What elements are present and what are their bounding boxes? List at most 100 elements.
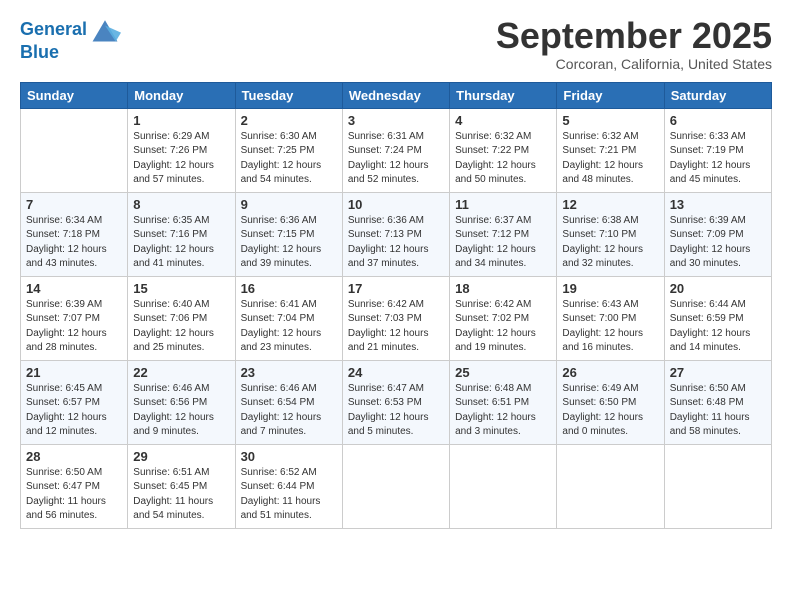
calendar-cell: 19 Sunrise: 6:43 AM Sunset: 7:00 PM Dayli… xyxy=(557,276,664,360)
calendar-cell: 21 Sunrise: 6:45 AM Sunset: 6:57 PM Dayli… xyxy=(21,360,128,444)
day-info: Sunrise: 6:42 AM Sunset: 7:02 PM Dayligh… xyxy=(455,298,551,356)
logo-icon xyxy=(89,16,121,44)
calendar-cell: 20 Sunrise: 6:44 AM Sunset: 6:59 PM Dayli… xyxy=(664,276,771,360)
day-info: Sunrise: 6:37 AM Sunset: 7:12 PM Dayligh… xyxy=(455,214,551,272)
day-number: 1 xyxy=(133,113,229,128)
calendar-cell: 17 Sunrise: 6:42 AM Sunset: 7:03 PM Dayli… xyxy=(342,276,449,360)
day-info: Sunrise: 6:38 AM Sunset: 7:10 PM Dayligh… xyxy=(562,214,658,272)
calendar-cell: 26Sunrise: 6:49 AM Sunset: 6:50 PM Dayli… xyxy=(557,360,664,444)
calendar-cell: 6Sunrise: 6:33 AM Sunset: 7:19 PM Daylig… xyxy=(664,108,771,192)
calendar-cell: 9Sunrise: 6:36 AM Sunset: 7:15 PM Daylig… xyxy=(235,192,342,276)
calendar-cell: 27Sunrise: 6:50 AM Sunset: 6:48 PM Dayli… xyxy=(664,360,771,444)
location: Corcoran, California, United States xyxy=(496,56,772,72)
day-number: 23 xyxy=(241,365,337,380)
calendar-cell: 11 Sunrise: 6:37 AM Sunset: 7:12 PM Dayli… xyxy=(450,192,557,276)
weekday-saturday: Saturday xyxy=(664,82,771,108)
logo-blue: Blue xyxy=(20,42,121,63)
calendar-cell: 18 Sunrise: 6:42 AM Sunset: 7:02 PM Dayli… xyxy=(450,276,557,360)
day-info: Sunrise: 6:43 AM Sunset: 7:00 PM Dayligh… xyxy=(562,298,658,356)
day-number: 21 xyxy=(26,365,122,380)
calendar-cell: 24 Sunrise: 6:47 AM Sunset: 6:53 PM Dayli… xyxy=(342,360,449,444)
weekday-sunday: Sunday xyxy=(21,82,128,108)
calendar-cell: 16Sunrise: 6:41 AM Sunset: 7:04 PM Dayli… xyxy=(235,276,342,360)
day-info: Sunrise: 6:32 AM Sunset: 7:22 PM Dayligh… xyxy=(455,130,551,188)
day-number: 27 xyxy=(670,365,766,380)
day-info: Sunrise: 6:45 AM Sunset: 6:57 PM Dayligh… xyxy=(26,382,122,440)
day-info: Sunrise: 6:50 AM Sunset: 6:47 PM Dayligh… xyxy=(26,466,122,524)
day-number: 14 xyxy=(26,281,122,296)
day-number: 13 xyxy=(670,197,766,212)
weekday-monday: Monday xyxy=(128,82,235,108)
weekday-wednesday: Wednesday xyxy=(342,82,449,108)
day-info: Sunrise: 6:36 AM Sunset: 7:13 PM Dayligh… xyxy=(348,214,444,272)
day-number: 28 xyxy=(26,449,122,464)
day-info: Sunrise: 6:31 AM Sunset: 7:24 PM Dayligh… xyxy=(348,130,444,188)
day-info: Sunrise: 6:39 AM Sunset: 7:09 PM Dayligh… xyxy=(670,214,766,272)
calendar-cell: 5Sunrise: 6:32 AM Sunset: 7:21 PM Daylig… xyxy=(557,108,664,192)
day-info: Sunrise: 6:39 AM Sunset: 7:07 PM Dayligh… xyxy=(26,298,122,356)
day-info: Sunrise: 6:33 AM Sunset: 7:19 PM Dayligh… xyxy=(670,130,766,188)
day-info: Sunrise: 6:42 AM Sunset: 7:03 PM Dayligh… xyxy=(348,298,444,356)
calendar-cell: 3 Sunrise: 6:31 AM Sunset: 7:24 PM Daylig… xyxy=(342,108,449,192)
logo-text: General xyxy=(20,19,87,41)
day-number: 16 xyxy=(241,281,337,296)
calendar-cell: 2 Sunrise: 6:30 AM Sunset: 7:25 PM Daylig… xyxy=(235,108,342,192)
weekday-tuesday: Tuesday xyxy=(235,82,342,108)
month-title: September 2025 xyxy=(496,16,772,56)
day-number: 30 xyxy=(241,449,337,464)
day-number: 24 xyxy=(348,365,444,380)
day-info: Sunrise: 6:44 AM Sunset: 6:59 PM Dayligh… xyxy=(670,298,766,356)
day-number: 4 xyxy=(455,113,551,128)
day-number: 2 xyxy=(241,113,337,128)
page: General Blue September 2025 Corcoran, Ca… xyxy=(0,0,792,612)
day-number: 20 xyxy=(670,281,766,296)
calendar-cell xyxy=(557,444,664,528)
calendar: SundayMondayTuesdayWednesdayThursdayFrid… xyxy=(20,82,772,529)
day-number: 22 xyxy=(133,365,229,380)
day-number: 29 xyxy=(133,449,229,464)
calendar-cell xyxy=(21,108,128,192)
weekday-header-row: SundayMondayTuesdayWednesdayThursdayFrid… xyxy=(21,82,772,108)
calendar-cell: 15Sunrise: 6:40 AM Sunset: 7:06 PM Dayli… xyxy=(128,276,235,360)
day-info: Sunrise: 6:46 AM Sunset: 6:54 PM Dayligh… xyxy=(241,382,337,440)
weekday-thursday: Thursday xyxy=(450,82,557,108)
day-info: Sunrise: 6:30 AM Sunset: 7:25 PM Dayligh… xyxy=(241,130,337,188)
day-info: Sunrise: 6:35 AM Sunset: 7:16 PM Dayligh… xyxy=(133,214,229,272)
day-info: Sunrise: 6:36 AM Sunset: 7:15 PM Dayligh… xyxy=(241,214,337,272)
calendar-cell: 14 Sunrise: 6:39 AM Sunset: 7:07 PM Dayli… xyxy=(21,276,128,360)
calendar-cell: 13 Sunrise: 6:39 AM Sunset: 7:09 PM Dayli… xyxy=(664,192,771,276)
calendar-cell: 12 Sunrise: 6:38 AM Sunset: 7:10 PM Dayli… xyxy=(557,192,664,276)
day-number: 10 xyxy=(348,197,444,212)
day-info: Sunrise: 6:34 AM Sunset: 7:18 PM Dayligh… xyxy=(26,214,122,272)
day-number: 3 xyxy=(348,113,444,128)
day-number: 5 xyxy=(562,113,658,128)
calendar-week-3: 21 Sunrise: 6:45 AM Sunset: 6:57 PM Dayli… xyxy=(21,360,772,444)
day-number: 25 xyxy=(455,365,551,380)
calendar-week-0: 1 Sunrise: 6:29 AM Sunset: 7:26 PM Daylig… xyxy=(21,108,772,192)
day-info: Sunrise: 6:47 AM Sunset: 6:53 PM Dayligh… xyxy=(348,382,444,440)
day-number: 19 xyxy=(562,281,658,296)
calendar-cell xyxy=(664,444,771,528)
day-number: 7 xyxy=(26,197,122,212)
title-block: September 2025 Corcoran, California, Uni… xyxy=(496,16,772,72)
day-number: 11 xyxy=(455,197,551,212)
calendar-cell: 22 Sunrise: 6:46 AM Sunset: 6:56 PM Dayli… xyxy=(128,360,235,444)
calendar-cell: 28 Sunrise: 6:50 AM Sunset: 6:47 PM Dayli… xyxy=(21,444,128,528)
day-info: Sunrise: 6:29 AM Sunset: 7:26 PM Dayligh… xyxy=(133,130,229,188)
calendar-week-1: 7 Sunrise: 6:34 AM Sunset: 7:18 PM Daylig… xyxy=(21,192,772,276)
calendar-cell: 10 Sunrise: 6:36 AM Sunset: 7:13 PM Dayli… xyxy=(342,192,449,276)
calendar-week-4: 28 Sunrise: 6:50 AM Sunset: 6:47 PM Dayli… xyxy=(21,444,772,528)
day-number: 18 xyxy=(455,281,551,296)
day-info: Sunrise: 6:46 AM Sunset: 6:56 PM Dayligh… xyxy=(133,382,229,440)
calendar-cell: 1 Sunrise: 6:29 AM Sunset: 7:26 PM Daylig… xyxy=(128,108,235,192)
logo: General Blue xyxy=(20,16,121,63)
day-number: 12 xyxy=(562,197,658,212)
calendar-cell: 30Sunrise: 6:52 AM Sunset: 6:44 PM Dayli… xyxy=(235,444,342,528)
day-number: 26 xyxy=(562,365,658,380)
weekday-friday: Friday xyxy=(557,82,664,108)
calendar-cell: 7 Sunrise: 6:34 AM Sunset: 7:18 PM Daylig… xyxy=(21,192,128,276)
calendar-cell: 23 Sunrise: 6:46 AM Sunset: 6:54 PM Dayli… xyxy=(235,360,342,444)
calendar-week-2: 14 Sunrise: 6:39 AM Sunset: 7:07 PM Dayli… xyxy=(21,276,772,360)
day-number: 17 xyxy=(348,281,444,296)
header: General Blue September 2025 Corcoran, Ca… xyxy=(20,16,772,72)
